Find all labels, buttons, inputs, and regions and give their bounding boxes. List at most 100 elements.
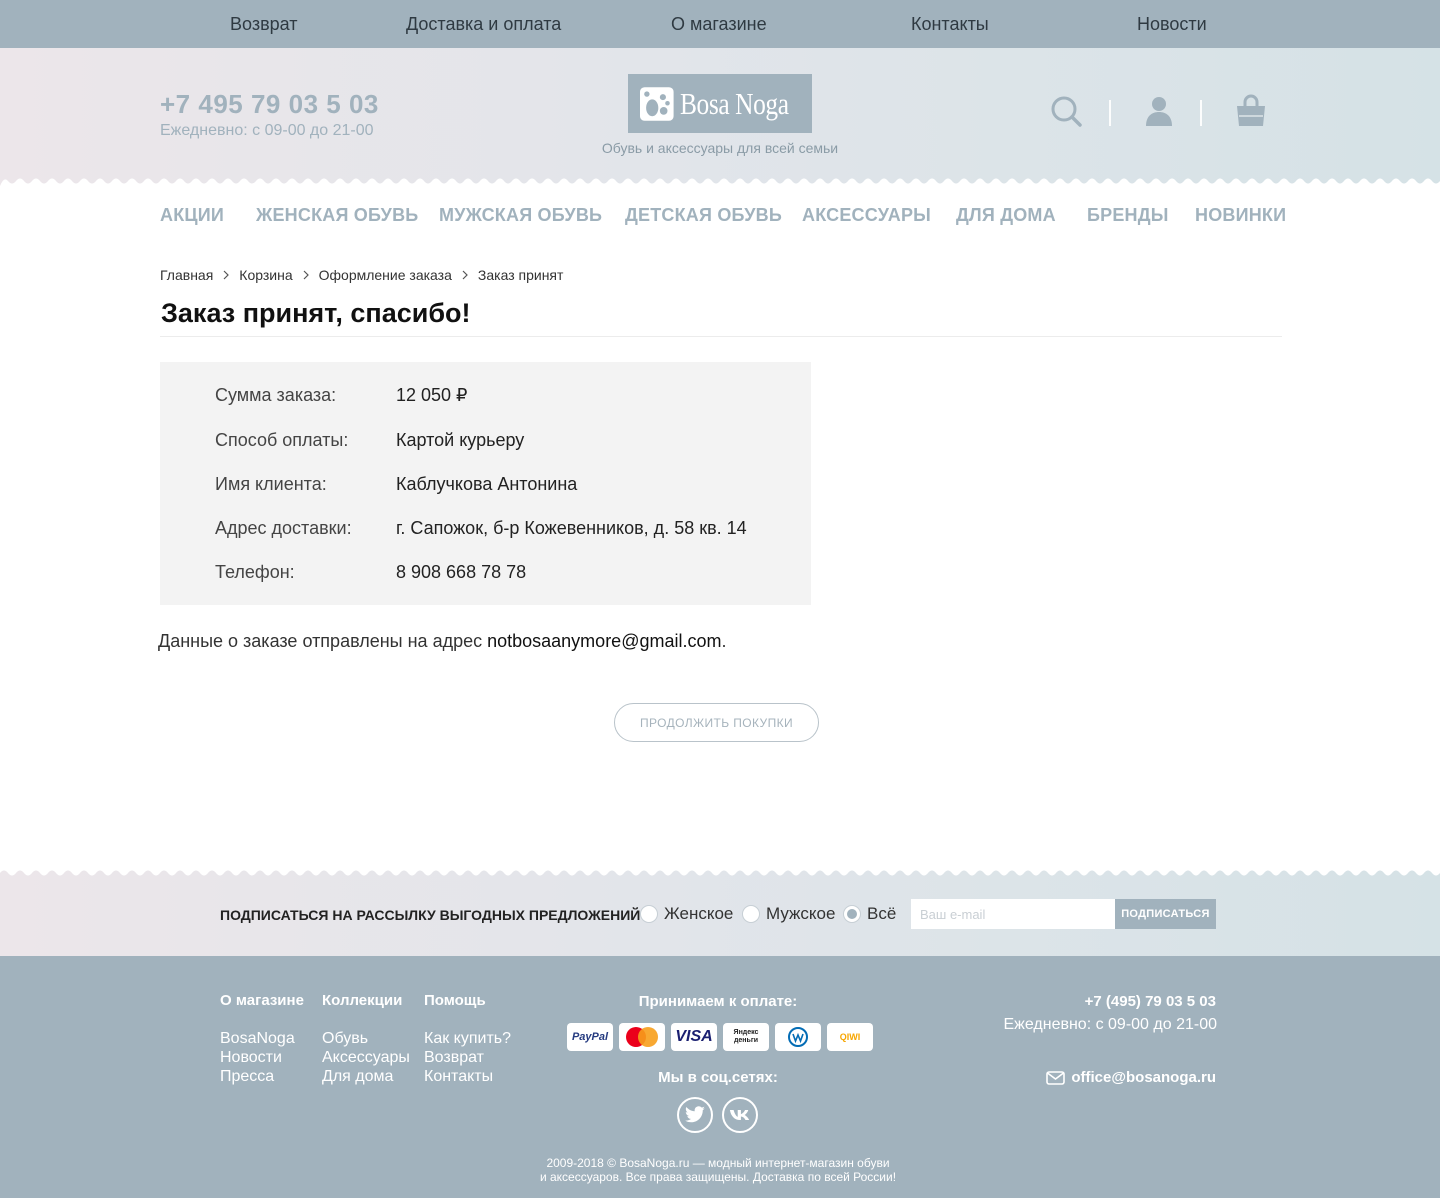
pay-card-label: VISA xyxy=(675,1028,713,1045)
footer-email-link[interactable]: office@bosanoga.ru xyxy=(1046,1069,1216,1086)
logo-footprint-icon xyxy=(640,86,674,121)
order-label: Сумма заказа: xyxy=(215,385,337,405)
footer-link[interactable]: Аксессуары xyxy=(322,1048,410,1067)
radio-button-selected[interactable] xyxy=(843,905,861,923)
tagline-text: Обувь и аксессуары для всей семьи xyxy=(601,140,839,156)
order-sent-email: notbosaanymore@gmail.com xyxy=(487,631,722,651)
copyright-line: и аксессуаров. Все права защищены. Доста… xyxy=(539,1170,897,1184)
order-sent-text: Данные о заказе отправлены на адрес xyxy=(158,631,488,651)
order-label: Адрес доставки: xyxy=(215,518,352,538)
title-divider xyxy=(160,336,1282,337)
top-nav-about[interactable]: О магазине xyxy=(671,14,767,35)
header-separator xyxy=(1200,100,1202,126)
newsletter-option-all[interactable]: Всё xyxy=(843,904,896,924)
order-label: Имя клиента: xyxy=(215,474,327,494)
qiwi-icon: QIWI xyxy=(827,1023,873,1051)
mail-icon xyxy=(1046,1070,1066,1085)
radio-label: Женское xyxy=(664,904,734,923)
category-new[interactable]: НОВИНКИ xyxy=(1195,205,1286,226)
newsletter-email-input[interactable] xyxy=(911,899,1115,929)
continue-shopping-button[interactable]: ПРОДОЛЖИТЬ ПОКУПКИ xyxy=(614,703,819,742)
vk-icon[interactable] xyxy=(722,1097,758,1133)
top-nav-contacts[interactable]: Контакты xyxy=(911,14,989,35)
site-tagline: Обувь и аксессуары для всей семьи xyxy=(0,140,1440,156)
twitter-bird xyxy=(685,1106,705,1123)
order-sent-end: . xyxy=(721,631,727,651)
radio-button[interactable] xyxy=(640,905,658,923)
footer-link[interactable]: Как купить? xyxy=(424,1029,511,1048)
top-nav-news[interactable]: Новости xyxy=(1137,14,1207,35)
category-kids[interactable]: ДЕТСКАЯ ОБУВЬ xyxy=(625,205,782,226)
footer-hours: Ежедневно: с 09-00 до 21-00 xyxy=(1003,1016,1217,1033)
order-label: Телефон: xyxy=(215,562,295,582)
order-label: Способ оплаты: xyxy=(215,430,349,450)
category-home[interactable]: ДЛЯ ДОМА xyxy=(956,205,1056,226)
chevron-right-icon xyxy=(303,270,309,280)
breadcrumb-cart[interactable]: Корзина xyxy=(239,267,292,283)
category-men[interactable]: МУЖСКАЯ ОБУВЬ xyxy=(439,205,602,226)
chevron-right-icon xyxy=(223,270,230,280)
cart-icon[interactable] xyxy=(1234,94,1268,128)
visa-icon: VISA xyxy=(671,1023,717,1051)
header-phone[interactable]: +7 495 79 03 5 03 xyxy=(160,89,379,120)
order-value: г. Сапожок, б-р Кожевенников, д. 58 кв. … xyxy=(396,518,747,538)
footer-link[interactable]: Обувь xyxy=(322,1029,410,1048)
category-women[interactable]: ЖЕНСКАЯ ОБУВЬ xyxy=(256,205,418,226)
breadcrumb: Главная Корзина Оформление заказа Заказ … xyxy=(160,267,563,283)
payment-methods: PayPal VISA Яндекс деньги QIWI xyxy=(567,1023,873,1051)
header-hours: Ежедневно: с 09-00 до 21-00 xyxy=(160,122,374,139)
webmoney-logo xyxy=(788,1027,808,1047)
mastercard-icon xyxy=(619,1023,665,1051)
category-brands[interactable]: БРЕНДЫ xyxy=(1087,205,1169,226)
breadcrumb-home[interactable]: Главная xyxy=(160,267,213,283)
pay-card-label: QIWI xyxy=(839,1032,861,1042)
newsletter-option-men[interactable]: Мужское xyxy=(742,904,835,924)
newsletter-band: ПОДПИСАТЬСЯ НА РАССЫЛКУ ВЫГОДНЫХ ПРЕДЛОЖ… xyxy=(0,868,1440,956)
footer-link[interactable]: BosaNoga xyxy=(220,1029,304,1048)
mastercard-logo xyxy=(626,1027,658,1047)
order-sent-note: Данные о заказе отправлены на адрес notb… xyxy=(158,631,727,652)
site-header: +7 495 79 03 5 03 Ежедневно: с 09-00 до … xyxy=(0,48,1440,186)
order-value: 8 908 668 78 78 xyxy=(396,562,527,582)
category-nav: АКЦИИ ЖЕНСКАЯ ОБУВЬ МУЖСКАЯ ОБУВЬ ДЕТСКА… xyxy=(0,186,1440,246)
subscribe-button[interactable]: ПОДПИСАТЬСЯ xyxy=(1115,899,1216,929)
order-value: 12 050 ₽ xyxy=(396,385,468,405)
yandex-money-icon: Яндекс деньги xyxy=(723,1023,769,1051)
footer-link[interactable]: Новости xyxy=(220,1048,304,1067)
site-logo[interactable]: Bosa Noga xyxy=(628,74,812,133)
order-summary: Сумма заказа: 12 050 ₽ Способ оплаты: Ка… xyxy=(160,362,811,605)
payment-title: Принимаем к оплате: xyxy=(638,993,798,1010)
footer-link[interactable]: Возврат xyxy=(424,1048,511,1067)
scallop-divider xyxy=(0,868,1440,876)
radio-label: Мужское xyxy=(766,904,836,923)
newsletter-option-women[interactable]: Женское xyxy=(640,904,733,924)
top-nav-delivery[interactable]: Доставка и оплата xyxy=(406,14,561,35)
footer-phone[interactable]: +7 (495) 79 03 5 03 xyxy=(1085,993,1216,1010)
chevron-right-icon xyxy=(462,270,468,280)
page-title: Заказ принят, спасибо! xyxy=(161,298,471,328)
pay-card-label: Яндекс деньги xyxy=(733,1029,759,1044)
category-sales[interactable]: АКЦИИ xyxy=(160,205,224,226)
breadcrumb-current: Заказ принят xyxy=(477,267,564,283)
search-icon[interactable] xyxy=(1049,94,1083,128)
social-title: Мы в соц.сетях: xyxy=(658,1069,778,1086)
top-nav-return[interactable]: Возврат xyxy=(230,14,298,35)
order-value: Картой курьеру xyxy=(396,430,525,450)
radio-button[interactable] xyxy=(742,905,760,923)
twitter-icon[interactable] xyxy=(677,1097,713,1133)
copyright-line: 2009-2018 © BosaNoga.ru — модный интерне… xyxy=(546,1156,890,1170)
breadcrumb-checkout[interactable]: Оформление заказа xyxy=(319,267,452,283)
user-icon[interactable] xyxy=(1142,94,1176,128)
vk-logo xyxy=(729,1109,750,1121)
header-separator xyxy=(1109,100,1111,126)
category-accessories[interactable]: АКСЕССУАРЫ xyxy=(802,205,931,226)
scallop-bottom-divider xyxy=(0,178,1440,186)
logo-text: Bosa Noga xyxy=(679,85,789,121)
footer-email: office@bosanoga.ru xyxy=(1071,1069,1216,1086)
radio-label: Всё xyxy=(867,904,897,923)
site-footer: О магазине BosaNoga Новости Пресса Колле… xyxy=(0,956,1440,1198)
top-nav-bar: Возврат Доставка и оплата О магазине Кон… xyxy=(0,0,1440,48)
newsletter-title: ПОДПИСАТЬСЯ НА РАССЫЛКУ ВЫГОДНЫХ ПРЕДЛОЖ… xyxy=(220,907,641,923)
copyright: 2009-2018 © BosaNoga.ru — модный интерне… xyxy=(0,1156,1436,1184)
scallop-top-divider xyxy=(0,47,1440,57)
